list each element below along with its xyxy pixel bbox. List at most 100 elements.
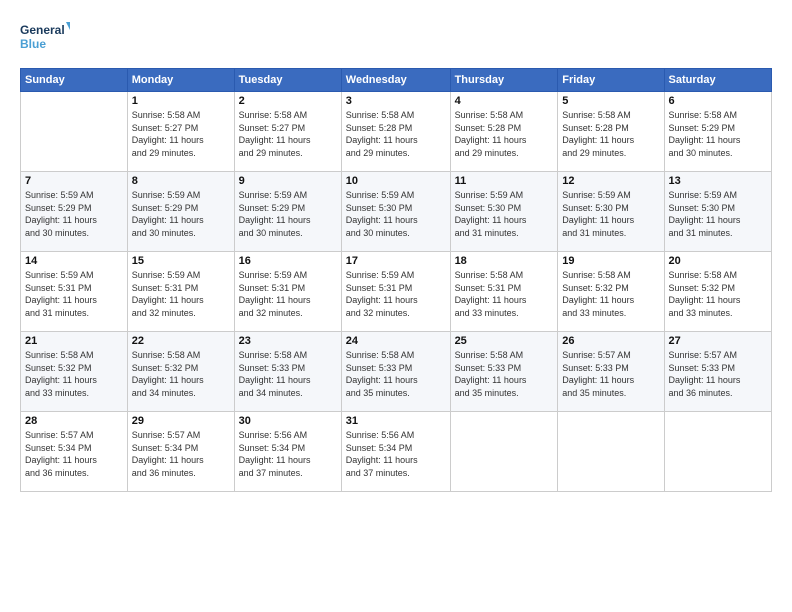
calendar-cell: 11 Sunrise: 5:59 AM Sunset: 5:30 PM Dayli… <box>450 172 558 252</box>
week-row-2: 7Sunrise: 5:59 AM Sunset: 5:29 PM Daylig… <box>21 172 772 252</box>
day-number: 11 <box>455 175 554 187</box>
day-info: Sunrise: 5:59 AM Sunset: 5:30 PM Dayligh… <box>669 189 767 239</box>
day-number: 14 <box>25 255 123 267</box>
logo-svg: General Blue <box>20 18 70 58</box>
day-number: 6 <box>669 95 767 107</box>
day-info: Sunrise: 5:57 AM Sunset: 5:33 PM Dayligh… <box>669 349 767 399</box>
day-info: Sunrise: 5:59 AM Sunset: 5:30 PM Dayligh… <box>346 189 446 239</box>
calendar-cell: 29 Sunrise: 5:57 AM Sunset: 5:34 PM Dayli… <box>127 412 234 492</box>
calendar-cell: 21 Sunrise: 5:58 AM Sunset: 5:32 PM Dayli… <box>21 332 128 412</box>
day-number: 19 <box>562 255 659 267</box>
day-number: 31 <box>346 415 446 427</box>
week-row-4: 21 Sunrise: 5:58 AM Sunset: 5:32 PM Dayli… <box>21 332 772 412</box>
calendar-table: SundayMondayTuesdayWednesdayThursdayFrid… <box>20 68 772 492</box>
calendar-cell: 12Sunrise: 5:59 AM Sunset: 5:30 PM Dayli… <box>558 172 664 252</box>
day-info: Sunrise: 5:59 AM Sunset: 5:29 PM Dayligh… <box>25 189 123 239</box>
week-row-5: 28 Sunrise: 5:57 AM Sunset: 5:34 PM Dayli… <box>21 412 772 492</box>
day-info: Sunrise: 5:56 AM Sunset: 5:34 PM Dayligh… <box>239 429 337 479</box>
day-number: 17 <box>346 255 446 267</box>
calendar-cell: 9 Sunrise: 5:59 AM Sunset: 5:29 PM Daylig… <box>234 172 341 252</box>
day-number: 24 <box>346 335 446 347</box>
calendar-cell: 26 Sunrise: 5:57 AM Sunset: 5:33 PM Dayli… <box>558 332 664 412</box>
day-number: 18 <box>455 255 554 267</box>
day-info: Sunrise: 5:58 AM Sunset: 5:28 PM Dayligh… <box>455 109 554 159</box>
day-info: Sunrise: 5:57 AM Sunset: 5:33 PM Dayligh… <box>562 349 659 399</box>
day-number: 23 <box>239 335 337 347</box>
day-info: Sunrise: 5:57 AM Sunset: 5:34 PM Dayligh… <box>132 429 230 479</box>
calendar-cell: 4 Sunrise: 5:58 AM Sunset: 5:28 PM Daylig… <box>450 92 558 172</box>
calendar-cell: 16Sunrise: 5:59 AM Sunset: 5:31 PM Dayli… <box>234 252 341 332</box>
day-number: 26 <box>562 335 659 347</box>
page-header: General Blue <box>20 18 772 58</box>
logo: General Blue <box>20 18 70 58</box>
day-number: 29 <box>132 415 230 427</box>
calendar-cell: 23 Sunrise: 5:58 AM Sunset: 5:33 PM Dayli… <box>234 332 341 412</box>
calendar-cell: 30 Sunrise: 5:56 AM Sunset: 5:34 PM Dayli… <box>234 412 341 492</box>
calendar-cell: 17 Sunrise: 5:59 AM Sunset: 5:31 PM Dayli… <box>341 252 450 332</box>
day-info: Sunrise: 5:59 AM Sunset: 5:29 PM Dayligh… <box>132 189 230 239</box>
day-info: Sunrise: 5:59 AM Sunset: 5:29 PM Dayligh… <box>239 189 337 239</box>
calendar-cell: 6 Sunrise: 5:58 AM Sunset: 5:29 PM Daylig… <box>664 92 771 172</box>
day-info: Sunrise: 5:58 AM Sunset: 5:33 PM Dayligh… <box>455 349 554 399</box>
calendar-cell: 14 Sunrise: 5:59 AM Sunset: 5:31 PM Dayli… <box>21 252 128 332</box>
calendar-cell <box>21 92 128 172</box>
day-number: 22 <box>132 335 230 347</box>
day-info: Sunrise: 5:58 AM Sunset: 5:29 PM Dayligh… <box>669 109 767 159</box>
week-row-1: 1 Sunrise: 5:58 AM Sunset: 5:27 PM Daylig… <box>21 92 772 172</box>
day-info: Sunrise: 5:57 AM Sunset: 5:34 PM Dayligh… <box>25 429 123 479</box>
day-info: Sunrise: 5:59 AM Sunset: 5:31 PM Dayligh… <box>25 269 123 319</box>
weekday-header-thursday: Thursday <box>450 69 558 92</box>
calendar-cell: 3 Sunrise: 5:58 AM Sunset: 5:28 PM Daylig… <box>341 92 450 172</box>
day-number: 1 <box>132 95 230 107</box>
day-number: 5 <box>562 95 659 107</box>
day-info: Sunrise: 5:58 AM Sunset: 5:28 PM Dayligh… <box>562 109 659 159</box>
day-number: 25 <box>455 335 554 347</box>
day-number: 21 <box>25 335 123 347</box>
day-number: 2 <box>239 95 337 107</box>
calendar-cell: 27 Sunrise: 5:57 AM Sunset: 5:33 PM Dayli… <box>664 332 771 412</box>
calendar-cell: 25 Sunrise: 5:58 AM Sunset: 5:33 PM Dayli… <box>450 332 558 412</box>
svg-text:General: General <box>20 23 65 37</box>
day-number: 10 <box>346 175 446 187</box>
day-number: 3 <box>346 95 446 107</box>
calendar-cell <box>664 412 771 492</box>
calendar-cell: 19 Sunrise: 5:58 AM Sunset: 5:32 PM Dayli… <box>558 252 664 332</box>
day-info: Sunrise: 5:58 AM Sunset: 5:32 PM Dayligh… <box>25 349 123 399</box>
calendar-header-row: SundayMondayTuesdayWednesdayThursdayFrid… <box>21 69 772 92</box>
day-number: 4 <box>455 95 554 107</box>
day-info: Sunrise: 5:59 AM Sunset: 5:31 PM Dayligh… <box>239 269 337 319</box>
day-number: 13 <box>669 175 767 187</box>
calendar-cell: 5 Sunrise: 5:58 AM Sunset: 5:28 PM Daylig… <box>558 92 664 172</box>
day-info: Sunrise: 5:59 AM Sunset: 5:31 PM Dayligh… <box>346 269 446 319</box>
day-number: 27 <box>669 335 767 347</box>
day-number: 28 <box>25 415 123 427</box>
week-row-3: 14 Sunrise: 5:59 AM Sunset: 5:31 PM Dayli… <box>21 252 772 332</box>
day-info: Sunrise: 5:58 AM Sunset: 5:32 PM Dayligh… <box>562 269 659 319</box>
day-info: Sunrise: 5:59 AM Sunset: 5:30 PM Dayligh… <box>455 189 554 239</box>
weekday-header-monday: Monday <box>127 69 234 92</box>
calendar-cell <box>558 412 664 492</box>
calendar-cell: 18 Sunrise: 5:58 AM Sunset: 5:31 PM Dayli… <box>450 252 558 332</box>
day-info: Sunrise: 5:58 AM Sunset: 5:31 PM Dayligh… <box>455 269 554 319</box>
day-number: 9 <box>239 175 337 187</box>
weekday-header-wednesday: Wednesday <box>341 69 450 92</box>
day-info: Sunrise: 5:58 AM Sunset: 5:33 PM Dayligh… <box>239 349 337 399</box>
calendar-cell: 31Sunrise: 5:56 AM Sunset: 5:34 PM Dayli… <box>341 412 450 492</box>
day-info: Sunrise: 5:58 AM Sunset: 5:27 PM Dayligh… <box>239 109 337 159</box>
calendar-cell: 24 Sunrise: 5:58 AM Sunset: 5:33 PM Dayli… <box>341 332 450 412</box>
day-info: Sunrise: 5:58 AM Sunset: 5:28 PM Dayligh… <box>346 109 446 159</box>
calendar-cell: 1 Sunrise: 5:58 AM Sunset: 5:27 PM Daylig… <box>127 92 234 172</box>
day-info: Sunrise: 5:58 AM Sunset: 5:32 PM Dayligh… <box>669 269 767 319</box>
day-info: Sunrise: 5:59 AM Sunset: 5:30 PM Dayligh… <box>562 189 659 239</box>
day-number: 15 <box>132 255 230 267</box>
weekday-header-sunday: Sunday <box>21 69 128 92</box>
day-info: Sunrise: 5:58 AM Sunset: 5:32 PM Dayligh… <box>132 349 230 399</box>
day-info: Sunrise: 5:58 AM Sunset: 5:33 PM Dayligh… <box>346 349 446 399</box>
day-info: Sunrise: 5:59 AM Sunset: 5:31 PM Dayligh… <box>132 269 230 319</box>
day-info: Sunrise: 5:58 AM Sunset: 5:27 PM Dayligh… <box>132 109 230 159</box>
weekday-header-friday: Friday <box>558 69 664 92</box>
weekday-header-saturday: Saturday <box>664 69 771 92</box>
day-number: 20 <box>669 255 767 267</box>
calendar-cell: 2 Sunrise: 5:58 AM Sunset: 5:27 PM Daylig… <box>234 92 341 172</box>
day-number: 30 <box>239 415 337 427</box>
